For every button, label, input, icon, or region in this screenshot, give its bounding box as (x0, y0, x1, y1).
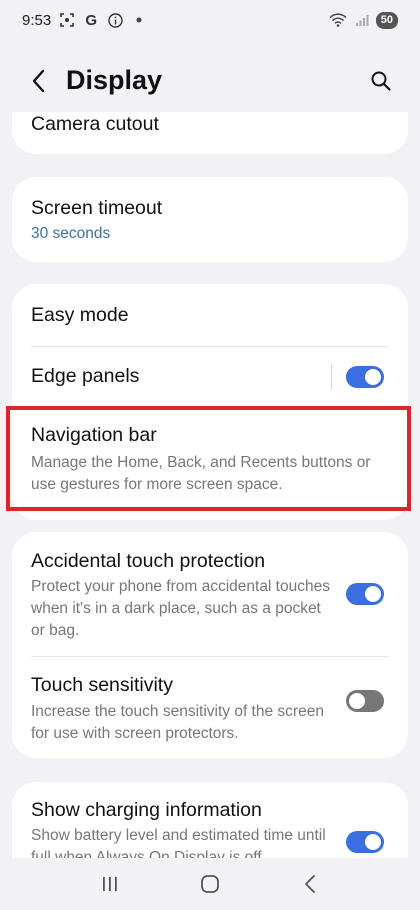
setting-touch-sensitivity[interactable]: Touch sensitivity Increase the touch sen… (12, 657, 408, 758)
toggle-knob (365, 834, 381, 850)
back-button[interactable] (24, 66, 54, 96)
status-time: 9:53 (22, 11, 52, 29)
recents-button[interactable] (90, 864, 130, 904)
charging-info-toggle[interactable] (346, 831, 384, 853)
setting-accidental-touch[interactable]: Accidental touch protection Protect your… (12, 532, 408, 656)
search-icon (371, 71, 391, 91)
setting-title: Camera cutout (31, 113, 159, 135)
dot-icon (131, 12, 147, 28)
vertical-separator (331, 364, 332, 390)
wifi-icon (328, 12, 348, 28)
back-arrow-icon (32, 69, 45, 93)
setting-charging-info[interactable]: Show charging information Show battery l… (12, 782, 408, 858)
setting-title: Show charging information (31, 799, 262, 821)
setting-subtitle: Increase the touch sensitivity of the sc… (31, 703, 324, 742)
home-icon (201, 875, 219, 893)
highlight-box (6, 406, 411, 511)
setting-title: Screen timeout (31, 197, 163, 219)
recents-icon (103, 877, 117, 891)
toggle-knob (365, 586, 381, 602)
setting-title: Touch sensitivity (31, 674, 173, 696)
screenshot-icon (59, 12, 75, 28)
info-icon (107, 12, 123, 28)
toggle-knob (365, 369, 381, 385)
search-button[interactable] (366, 66, 396, 96)
setting-screen-timeout[interactable]: Screen timeout 30 seconds (12, 177, 408, 262)
setting-edge-panels[interactable]: Edge panels (12, 347, 408, 407)
accidental-touch-toggle[interactable] (346, 583, 384, 605)
touch-sensitivity-toggle[interactable] (346, 690, 384, 712)
page-title: Display (66, 65, 163, 95)
status-bar: 9:53 G 50 (0, 0, 420, 40)
settings-list[interactable]: Camera cutout Screen timeout 30 seconds … (0, 112, 420, 858)
app-bar: Display (0, 52, 420, 112)
setting-easy-mode[interactable]: Easy mode (12, 284, 408, 346)
setting-camera-cutout[interactable]: Camera cutout (12, 112, 408, 154)
card-touch: Accidental touch protection Protect your… (12, 532, 408, 758)
setting-title: Accidental touch protection (31, 550, 266, 572)
card-camera-cutout: Camera cutout (12, 112, 408, 154)
back-nav-icon (305, 875, 315, 893)
setting-subtitle: Show battery level and estimated time un… (31, 827, 326, 858)
battery-indicator: 50 (375, 11, 398, 29)
back-nav-button[interactable] (290, 864, 330, 904)
toggle-knob (349, 693, 365, 709)
status-right: 50 (328, 11, 398, 29)
setting-title: Easy mode (31, 304, 129, 326)
setting-value: 30 seconds (31, 225, 111, 242)
card-charging: Show charging information Show battery l… (12, 782, 408, 858)
setting-title: Edge panels (31, 365, 140, 387)
card-screen-timeout: Screen timeout 30 seconds (12, 177, 408, 262)
setting-subtitle: Protect your phone from accidental touch… (31, 578, 330, 639)
google-icon: G (85, 11, 98, 29)
status-left: 9:53 G (22, 12, 147, 29)
edge-panels-toggle[interactable] (346, 366, 384, 388)
system-nav-bar (0, 858, 420, 910)
home-button[interactable] (190, 864, 230, 904)
signal-icon (354, 12, 370, 28)
